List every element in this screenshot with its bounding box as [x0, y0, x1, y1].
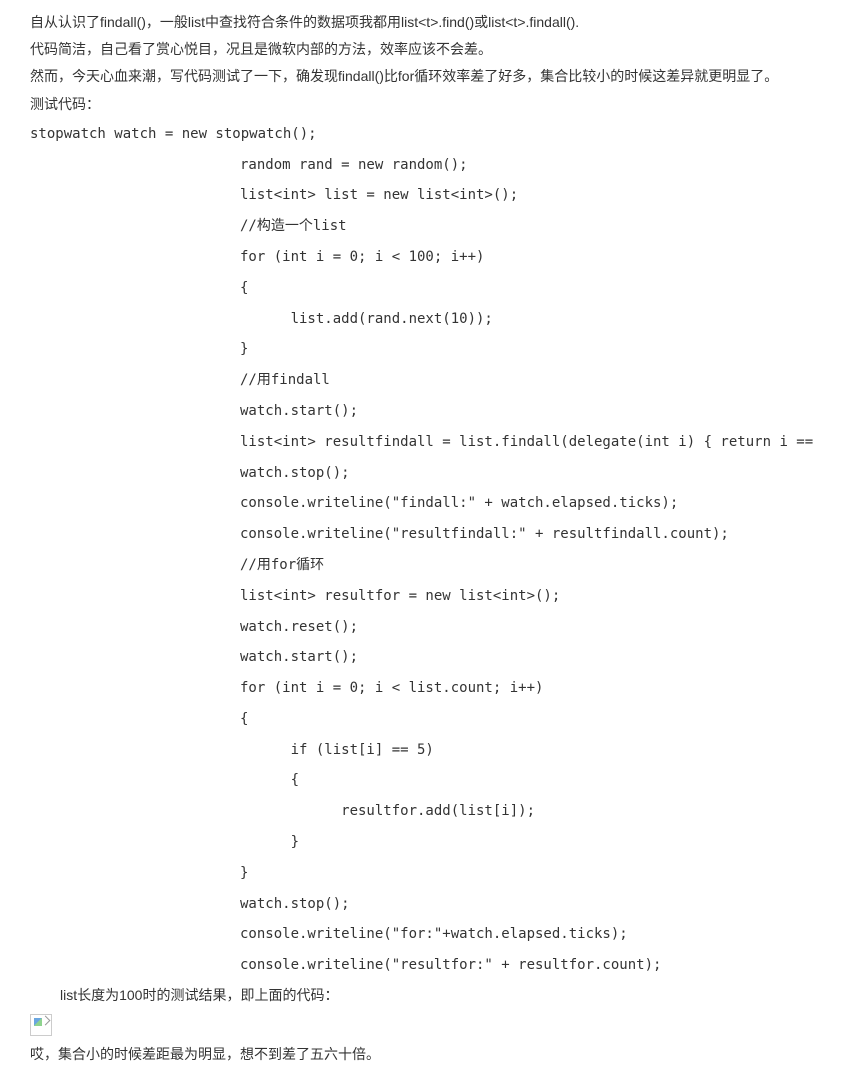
- code-line-05: for (int i = 0; i < 100; i++): [30, 242, 820, 273]
- code-line-02: random rand = new random();: [30, 150, 820, 181]
- code-line-26: watch.stop();: [30, 889, 820, 920]
- code-line-19: for (int i = 0; i < list.count; i++): [30, 673, 820, 704]
- code-line-23: resultfor.add(list[i]);: [30, 796, 820, 827]
- outro-p2: 哎，集合小的时候差距最为明显，想不到差了五六十倍。: [30, 1042, 820, 1067]
- code-line-27: console.writeline("for:"+watch.elapsed.t…: [30, 919, 820, 950]
- broken-image-icon: [30, 1014, 52, 1036]
- code-line-16: list<int> resultfor = new list<int>();: [30, 581, 820, 612]
- outro-p1: list长度为100时的测试结果，即上面的代码：: [30, 983, 820, 1008]
- code-line-20: {: [30, 704, 820, 735]
- code-line-24: }: [30, 827, 820, 858]
- code-line-21: if (list[i] == 5): [30, 735, 820, 766]
- intro-p2: 代码简洁，自己看了赏心悦目，况且是微软内部的方法，效率应该不会差。: [30, 37, 820, 62]
- code-line-25: }: [30, 858, 820, 889]
- code-line-18: watch.start();: [30, 642, 820, 673]
- code-line-03: list<int> list = new list<int>();: [30, 180, 820, 211]
- intro-p3: 然而，今天心血来潮，写代码测试了一下，确发现findall()比for循环效率差…: [30, 64, 820, 89]
- code-line-15: //用for循环: [30, 550, 820, 581]
- code-line-07: list.add(rand.next(10));: [30, 304, 820, 335]
- code-line-04: //构造一个list: [30, 211, 820, 242]
- code-line-17: watch.reset();: [30, 612, 820, 643]
- code-line-28: console.writeline("resultfor:" + resultf…: [30, 950, 820, 981]
- code-line-13: console.writeline("findall:" + watch.ela…: [30, 488, 820, 519]
- code-line-10: watch.start();: [30, 396, 820, 427]
- code-line-09: //用findall: [30, 365, 820, 396]
- code-line-01: stopwatch watch = new stopwatch();: [30, 119, 820, 150]
- code-line-11: list<int> resultfindall = list.findall(d…: [30, 427, 820, 458]
- code-line-06: {: [30, 273, 820, 304]
- code-line-22: {: [30, 765, 820, 796]
- intro-p1: 自从认识了findall()，一般list中查找符合条件的数据项我都用list<…: [30, 10, 820, 35]
- code-line-12: watch.stop();: [30, 458, 820, 489]
- code-line-14: console.writeline("resultfindall:" + res…: [30, 519, 820, 550]
- code-line-08: }: [30, 334, 820, 365]
- intro-p4: 测试代码：: [30, 92, 820, 117]
